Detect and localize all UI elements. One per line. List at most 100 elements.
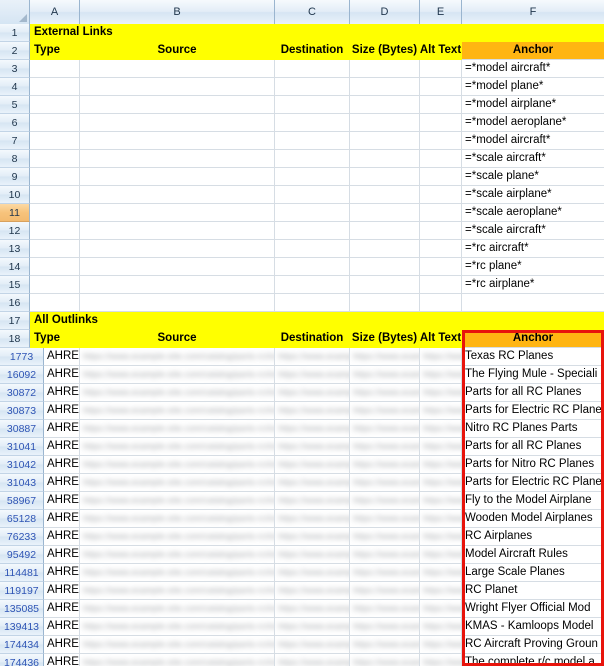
select-all-corner[interactable] [0, 0, 30, 24]
row-header-13[interactable]: 13 [0, 240, 30, 258]
cell-source[interactable] [80, 60, 275, 78]
cell-type[interactable] [30, 78, 80, 96]
cell-alt-text-redacted[interactable]: https://www.example-site.com/catalog/par… [420, 456, 462, 474]
cell-source-redacted[interactable]: https://www.example-site.com/catalog/par… [80, 348, 275, 366]
cell-type[interactable] [30, 294, 80, 312]
cell-type[interactable]: AHRE [44, 528, 80, 546]
cell-anchor[interactable]: The Flying Mule - Speciali [462, 366, 604, 384]
cell-source-redacted[interactable]: https://www.example-site.com/catalog/par… [80, 654, 275, 666]
row-header-31041[interactable]: 31041 [0, 438, 44, 456]
row-header-95492[interactable]: 95492 [0, 546, 44, 564]
cell-size-redacted[interactable]: https://www.example-site.com/catalog/par… [350, 564, 420, 582]
table-row[interactable]: 15 =*rc airplane* [0, 276, 604, 294]
cell-alt-text[interactable] [420, 168, 462, 186]
cell-destination[interactable] [275, 168, 350, 186]
cell-type[interactable] [30, 186, 80, 204]
cell-type[interactable] [30, 96, 80, 114]
cell-destination[interactable] [275, 132, 350, 150]
cell-alt-text-redacted[interactable]: https://www.example-site.com/catalog/par… [420, 528, 462, 546]
cell-size[interactable] [350, 276, 420, 294]
cell-alt-text-redacted[interactable]: https://www.example-site.com/catalog/par… [420, 564, 462, 582]
cell-alt-text-redacted[interactable]: https://www.example-site.com/catalog/par… [420, 438, 462, 456]
cell-size-redacted[interactable]: https://www.example-site.com/catalog/par… [350, 582, 420, 600]
table-row[interactable]: 135085 AHRE https://www.example-site.com/c… [0, 600, 604, 618]
cell-destination-redacted[interactable]: https://www.example-site.com/catalog/par… [275, 474, 350, 492]
cell-size-redacted[interactable]: https://www.example-site.com/catalog/par… [350, 546, 420, 564]
cell-anchor[interactable]: Texas RC Planes [462, 348, 604, 366]
cell-alt-text[interactable] [420, 114, 462, 132]
cell-alt-text-redacted[interactable]: https://www.example-site.com/catalog/par… [420, 366, 462, 384]
table-row[interactable]: 95492 AHRE https://www.example-site.com/ca… [0, 546, 604, 564]
table-row[interactable]: 139413 AHRE https://www.example-site.com/c… [0, 618, 604, 636]
cell-source[interactable] [80, 168, 275, 186]
cell-anchor[interactable]: =*scale airplane* [462, 186, 604, 204]
cell-destination-redacted[interactable]: https://www.example-site.com/catalog/par… [275, 654, 350, 666]
cell-type[interactable]: AHRE [44, 348, 80, 366]
cell-anchor[interactable]: =*scale aircraft* [462, 222, 604, 240]
cell-size-redacted[interactable]: https://www.example-site.com/catalog/par… [350, 420, 420, 438]
cell-size-redacted[interactable]: https://www.example-site.com/catalog/par… [350, 600, 420, 618]
column-header-d[interactable]: D [350, 0, 420, 24]
cell-alt-text-redacted[interactable]: https://www.example-site.com/catalog/par… [420, 600, 462, 618]
cell-source[interactable] [80, 114, 275, 132]
cell-size-redacted[interactable]: https://www.example-site.com/catalog/par… [350, 456, 420, 474]
cell-alt-text[interactable] [420, 240, 462, 258]
cell-size-redacted[interactable]: https://www.example-site.com/catalog/par… [350, 366, 420, 384]
cell-source-redacted[interactable]: https://www.example-site.com/catalog/par… [80, 474, 275, 492]
cell-alt-text-redacted[interactable]: https://www.example-site.com/catalog/par… [420, 474, 462, 492]
row-header-174436[interactable]: 174436 [0, 654, 44, 666]
cell-size[interactable] [350, 78, 420, 96]
cell-destination[interactable] [275, 150, 350, 168]
cell-type[interactable]: AHRE [44, 546, 80, 564]
cell-alt-text[interactable] [420, 204, 462, 222]
table-row[interactable]: 1773 AHRE https://www.example-site.com/cat… [0, 348, 604, 366]
table-row[interactable]: 76233 AHRE https://www.example-site.com/ca… [0, 528, 604, 546]
cell-destination[interactable] [275, 186, 350, 204]
table-row[interactable]: 65128 AHRE https://www.example-site.com/ca… [0, 510, 604, 528]
cell-source-redacted[interactable]: https://www.example-site.com/catalog/par… [80, 546, 275, 564]
table-row[interactable]: 9 =*scale plane* [0, 168, 604, 186]
cell-size-redacted[interactable]: https://www.example-site.com/catalog/par… [350, 348, 420, 366]
cell-type[interactable]: AHRE [44, 636, 80, 654]
cell-anchor[interactable]: =*model aeroplane* [462, 114, 604, 132]
cell-size-redacted[interactable]: https://www.example-site.com/catalog/par… [350, 618, 420, 636]
cell-source[interactable] [80, 240, 275, 258]
cell-destination[interactable] [275, 240, 350, 258]
cell-alt-text-redacted[interactable]: https://www.example-site.com/catalog/par… [420, 654, 462, 666]
cell-type[interactable] [30, 204, 80, 222]
cell-source-redacted[interactable]: https://www.example-site.com/catalog/par… [80, 456, 275, 474]
cell-alt-text[interactable] [420, 222, 462, 240]
table-row[interactable]: 10 =*scale airplane* [0, 186, 604, 204]
row-header-16092[interactable]: 16092 [0, 366, 44, 384]
cell-anchor[interactable]: =*rc plane* [462, 258, 604, 276]
cell-type[interactable]: AHRE [44, 438, 80, 456]
cell-anchor[interactable]: Large Scale Planes [462, 564, 604, 582]
cell-type[interactable]: AHRE [44, 456, 80, 474]
cell-source[interactable] [80, 96, 275, 114]
row-header-30873[interactable]: 30873 [0, 402, 44, 420]
cell-anchor[interactable]: Parts for Electric RC Plane [462, 402, 604, 420]
cell-anchor[interactable]: Parts for all RC Planes [462, 438, 604, 456]
row-header-15[interactable]: 15 [0, 276, 30, 294]
cell-type[interactable] [30, 168, 80, 186]
cell-alt-text[interactable] [420, 150, 462, 168]
table-row[interactable]: 4 =*model plane* [0, 78, 604, 96]
row-header-14[interactable]: 14 [0, 258, 30, 276]
cell-destination-redacted[interactable]: https://www.example-site.com/catalog/par… [275, 384, 350, 402]
cell-type[interactable] [30, 132, 80, 150]
cell-size[interactable] [350, 96, 420, 114]
cell-anchor[interactable]: Model Aircraft Rules [462, 546, 604, 564]
cell-source[interactable] [80, 294, 275, 312]
cell-anchor[interactable]: =*scale plane* [462, 168, 604, 186]
cell-type[interactable]: AHRE [44, 384, 80, 402]
cell-anchor[interactable]: RC Aircraft Proving Groun [462, 636, 604, 654]
cell-size-redacted[interactable]: https://www.example-site.com/catalog/par… [350, 474, 420, 492]
cell-source[interactable] [80, 258, 275, 276]
cell-source[interactable] [80, 186, 275, 204]
cell-source[interactable] [80, 132, 275, 150]
cell-anchor[interactable]: =*model aircraft* [462, 60, 604, 78]
row-header-5[interactable]: 5 [0, 96, 30, 114]
cell-source-redacted[interactable]: https://www.example-site.com/catalog/par… [80, 528, 275, 546]
cell-alt-text[interactable] [420, 258, 462, 276]
cell-type[interactable] [30, 258, 80, 276]
